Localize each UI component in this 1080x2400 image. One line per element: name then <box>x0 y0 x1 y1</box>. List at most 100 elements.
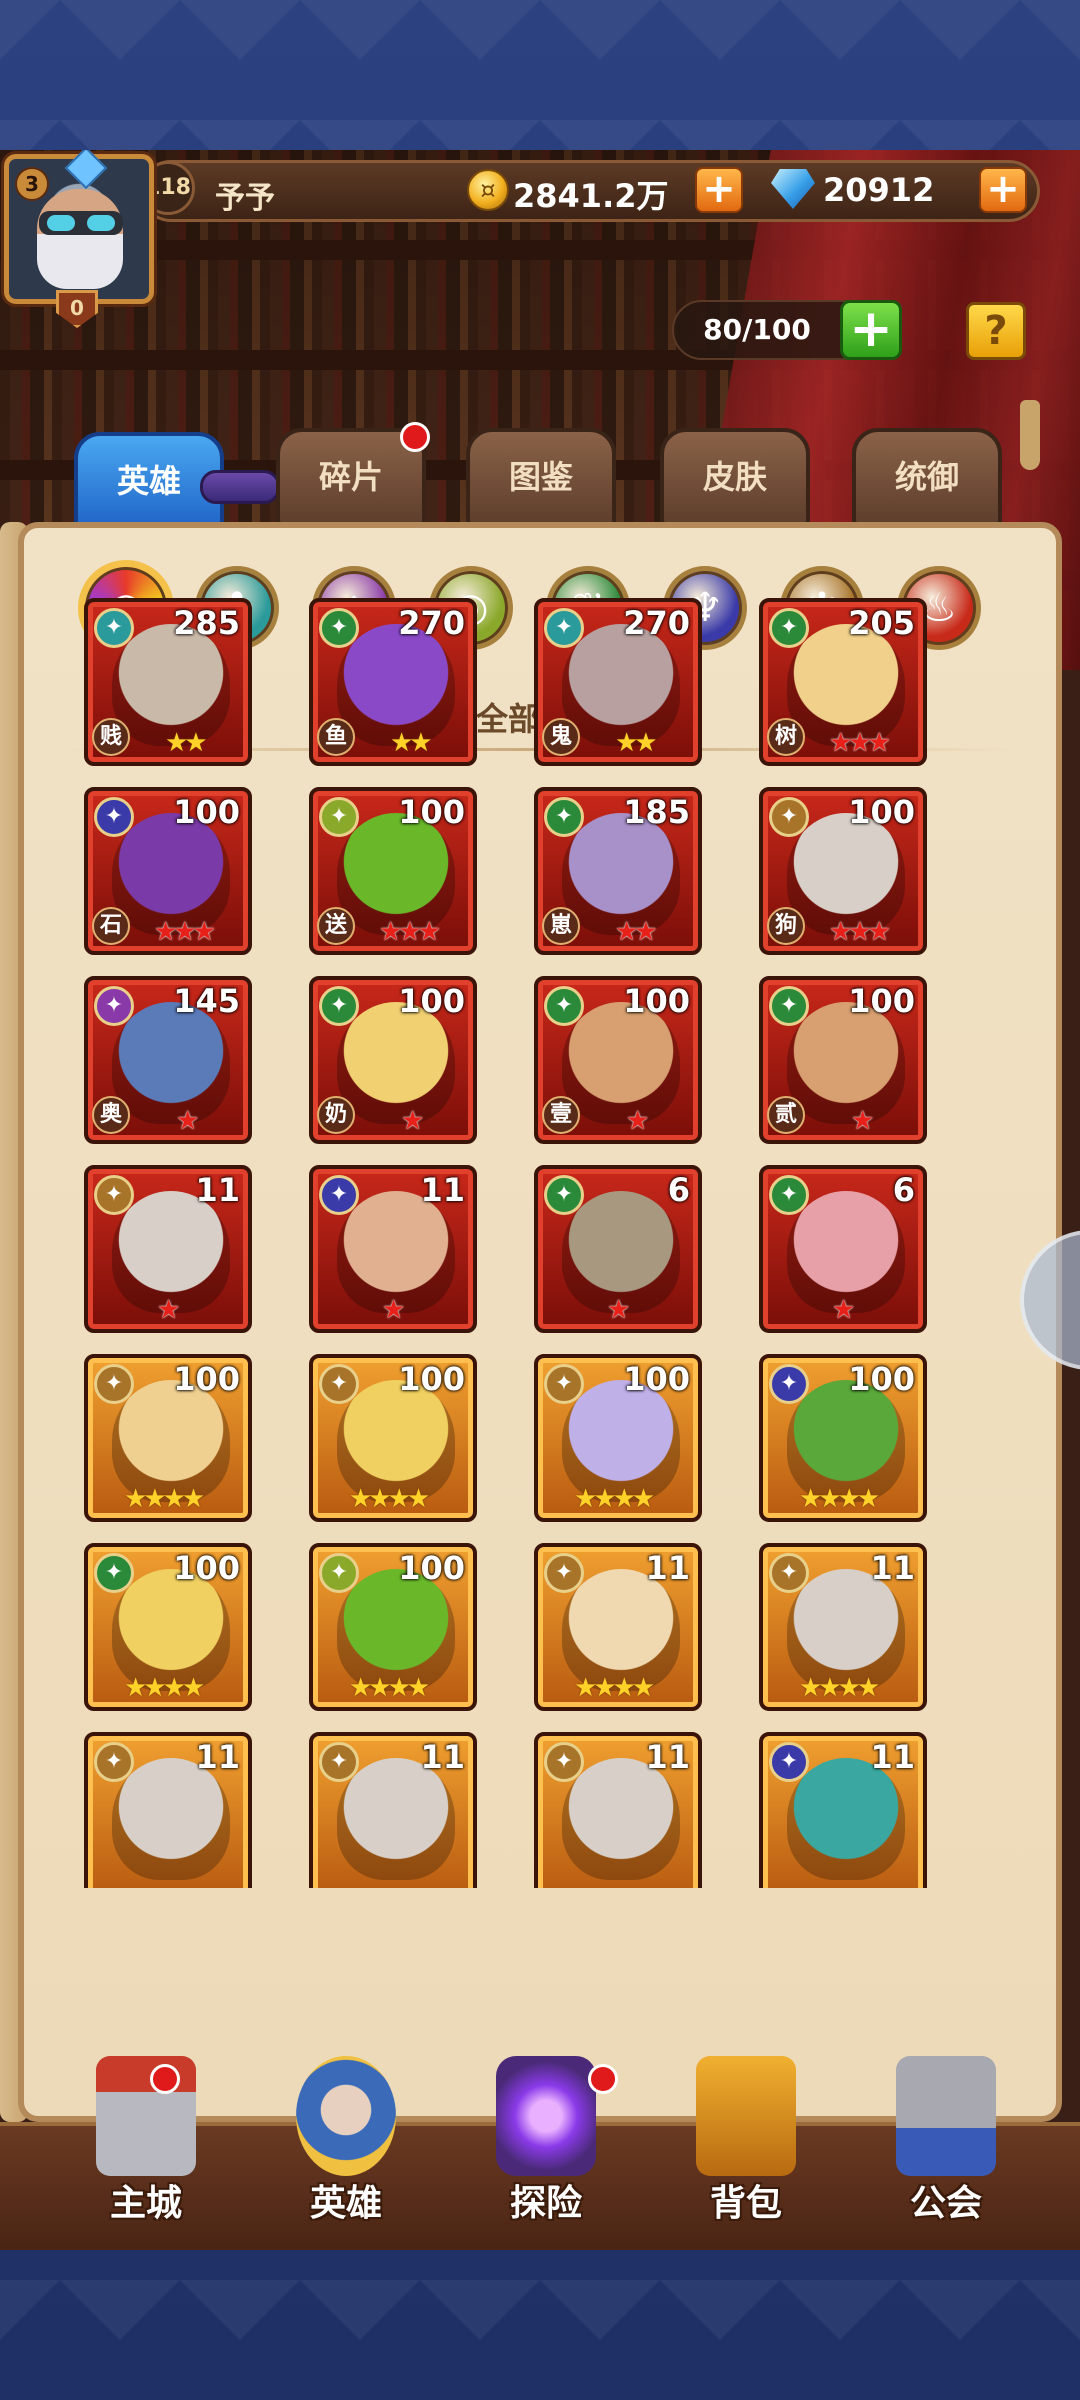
hero-race-badge: 崽 <box>542 907 580 945</box>
hero-card[interactable]: ✦ 100 贰 ★ <box>759 976 927 1144</box>
add-gold-button[interactable]: + <box>695 167 743 213</box>
hero-level: 100 <box>623 982 690 1020</box>
hero-card[interactable]: ✦ 100 ★★★★ <box>84 1354 252 1522</box>
hero-race-badge: 壹 <box>542 1096 580 1134</box>
portal-icon <box>496 2056 596 2176</box>
faction-icon: ✦ <box>94 608 134 648</box>
player-name: 予予 <box>215 181 275 216</box>
hero-card[interactable]: ✦ 100 ★★★★ <box>534 1354 702 1522</box>
faction-icon: ✦ <box>769 1175 809 1215</box>
nav-label: 探险 <box>509 2183 582 2224</box>
tab-codex-label: 图鉴 <box>508 458 573 496</box>
hero-level: 11 <box>420 1738 465 1776</box>
hero-star-rating: ★★★ <box>379 917 441 947</box>
tab-fragments[interactable]: 碎片 <box>276 422 430 528</box>
faction-icon: ✦ <box>94 1553 134 1593</box>
avatar-goggles <box>39 211 123 235</box>
faction-icon: ✦ <box>319 986 359 1026</box>
faction-icon: ✦ <box>544 1742 584 1782</box>
tab-skins[interactable]: 皮肤 <box>660 428 810 528</box>
player-avatar[interactable]: 3 <box>4 150 154 304</box>
nav-hero-portrait[interactable]: 英雄 <box>256 2056 436 2246</box>
hero-card[interactable]: ✦ 205 树 ★★★ <box>759 598 927 766</box>
hero-card[interactable]: ✦ 11 ★★★★ <box>759 1543 927 1711</box>
hero-card[interactable]: ✦ 100 ★★★★ <box>309 1543 477 1711</box>
hero-card[interactable]: ✦ 100 石 ★★★ <box>84 787 252 955</box>
faction-icon: ✦ <box>319 608 359 648</box>
hero-card[interactable]: ✦ 100 ★★★★ <box>84 1543 252 1711</box>
tab-command-label: 统御 <box>894 458 959 496</box>
hero-card[interactable]: ✦ 11 ★★★★ <box>534 1543 702 1711</box>
hero-race-badge: 树 <box>767 718 805 756</box>
add-diamond-button[interactable]: + <box>979 167 1027 213</box>
nav-portal[interactable]: 探险 <box>456 2056 636 2246</box>
nav-label: 主城 <box>109 2183 182 2224</box>
hero-level: 11 <box>645 1549 690 1587</box>
tab-command[interactable]: 统御 <box>852 428 1002 528</box>
hero-level: 100 <box>398 982 465 1020</box>
hero-level: 11 <box>645 1738 690 1776</box>
hero-star-rating: ★ <box>832 1295 855 1325</box>
hero-level: 285 <box>173 604 240 642</box>
hero-portrait <box>787 1002 905 1124</box>
hero-star-rating: ★ <box>176 1106 199 1136</box>
hero-level: 6 <box>892 1171 915 1209</box>
hero-star-rating: ★★★★ <box>124 1484 205 1514</box>
hero-card[interactable]: ✦ 100 ★★★★ <box>759 1354 927 1522</box>
faction-icon: ✦ <box>769 986 809 1026</box>
hero-card[interactable]: ✦ 11 <box>759 1732 927 1888</box>
faction-icon: ✦ <box>94 1742 134 1782</box>
nav-guild-tower[interactable]: 公会 <box>856 2056 1036 2246</box>
guild-tower-icon <box>896 2056 996 2176</box>
faction-icon: ✦ <box>544 986 584 1026</box>
hero-star-rating: ★ <box>401 1106 424 1136</box>
hero-card[interactable]: ✦ 100 狗 ★★★ <box>759 787 927 955</box>
tab-skins-label: 皮肤 <box>702 458 767 496</box>
hero-race-badge: 鱼 <box>317 718 355 756</box>
hero-card[interactable]: ✦ 285 贱 ★★ <box>84 598 252 766</box>
faction-icon: ✦ <box>319 1553 359 1593</box>
hero-race-badge: 送 <box>317 907 355 945</box>
faction-icon: ✦ <box>94 1364 134 1404</box>
hero-card[interactable]: ✦ 11 <box>309 1732 477 1888</box>
gold-amount: 2841.2万 <box>513 177 669 215</box>
hero-race-badge: 贱 <box>92 718 130 756</box>
hero-level: 11 <box>870 1738 915 1776</box>
hero-card[interactable]: ✦ 11 ★ <box>84 1165 252 1333</box>
nav-backpack[interactable]: 背包 <box>656 2056 836 2246</box>
hero-screen: 118 予予 ¤ 2841.2万 + 20912 + 3 0 80/100 + … <box>0 150 1080 2250</box>
hero-star-rating: ★ <box>851 1106 874 1136</box>
expand-capacity-button[interactable]: + <box>840 300 902 360</box>
hero-card[interactable]: ✦ 270 鬼 ★★ <box>534 598 702 766</box>
tab-codex[interactable]: 图鉴 <box>466 428 616 528</box>
faction-icon: ✦ <box>769 797 809 837</box>
hero-race-badge: 鬼 <box>542 718 580 756</box>
hero-level: 270 <box>623 604 690 642</box>
hero-star-rating: ★★★★ <box>574 1673 655 1703</box>
hero-card[interactable]: ✦ 100 送 ★★★ <box>309 787 477 955</box>
hero-card[interactable]: ✦ 270 鱼 ★★ <box>309 598 477 766</box>
faction-icon: ✦ <box>544 797 584 837</box>
faction-icon: ✦ <box>319 797 359 837</box>
hero-star-rating: ★★★★ <box>799 1484 880 1514</box>
hero-card[interactable]: ✦ 100 ★★★★ <box>309 1354 477 1522</box>
hero-card[interactable]: ✦ 100 壹 ★ <box>534 976 702 1144</box>
hero-portrait-icon <box>296 2056 396 2176</box>
hero-card[interactable]: ✦ 11 <box>534 1732 702 1888</box>
hero-card[interactable]: ✦ 145 奥 ★ <box>84 976 252 1144</box>
hero-card[interactable]: ✦ 11 <box>84 1732 252 1888</box>
hero-card[interactable]: ✦ 11 ★ <box>309 1165 477 1333</box>
hero-card[interactable]: ✦ 6 ★ <box>534 1165 702 1333</box>
diamond-icon <box>771 169 815 209</box>
faction-icon: ✦ <box>94 797 134 837</box>
hero-card[interactable]: ✦ 185 崽 ★★ <box>534 787 702 955</box>
hero-card[interactable]: ✦ 6 ★ <box>759 1165 927 1333</box>
hero-star-rating: ★★ <box>390 728 433 758</box>
hero-card[interactable]: ✦ 100 奶 ★ <box>309 976 477 1144</box>
help-button[interactable]: ? <box>966 302 1026 360</box>
nav-castle[interactable]: 主城 <box>56 2056 236 2246</box>
hero-portrait <box>112 1758 230 1880</box>
faction-icon: ✦ <box>544 1175 584 1215</box>
hero-star-rating: ★★★★ <box>124 1673 205 1703</box>
avatar-gem-icon <box>64 150 108 190</box>
